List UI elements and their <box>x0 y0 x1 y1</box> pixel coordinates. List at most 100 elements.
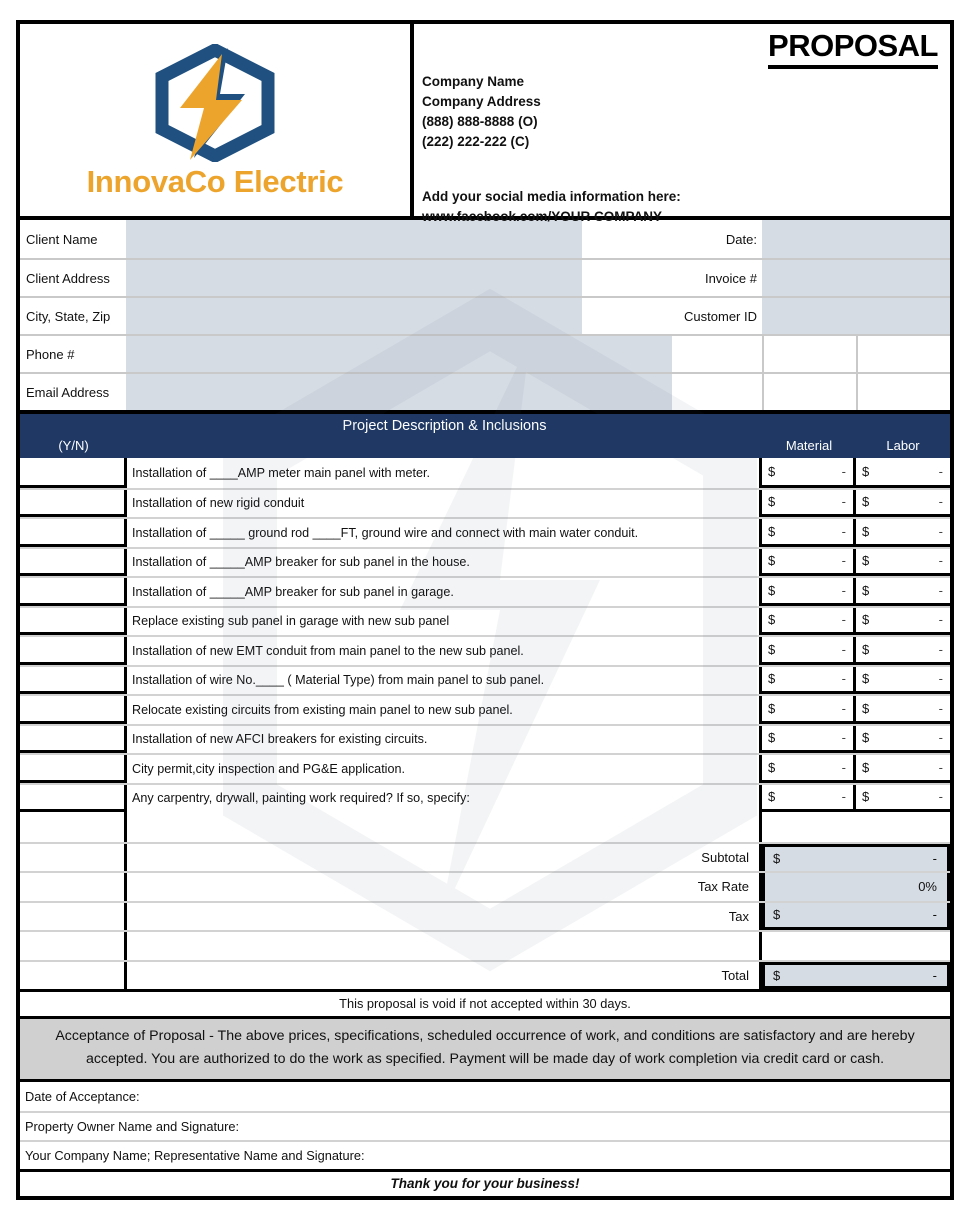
signature-row-company[interactable]: Your Company Name; Representative Name a… <box>20 1140 950 1169</box>
row-yn-checkbox-cell[interactable] <box>20 519 127 547</box>
row-labor-amount[interactable]: $ - <box>856 696 950 724</box>
date-input-ext[interactable] <box>856 220 950 258</box>
client-row-city: City, State, Zip Customer ID <box>20 296 950 334</box>
client-extra-cell-d[interactable] <box>856 374 950 410</box>
row-labor-amount[interactable]: $ - <box>856 755 950 783</box>
client-extra-cell-a[interactable] <box>762 336 856 372</box>
row-description: Installation of new EMT conduit from mai… <box>127 637 762 665</box>
row-material-amount[interactable]: $ - <box>762 458 856 488</box>
row-yn-checkbox-cell[interactable] <box>20 607 127 635</box>
invoice-number-input[interactable] <box>762 260 856 296</box>
currency-symbol: $ <box>768 494 776 510</box>
total-value-cell[interactable]: $ - <box>762 961 950 989</box>
currency-symbol: $ <box>862 671 870 687</box>
amount-value: - <box>841 759 846 775</box>
row-material-amount[interactable]: $ - <box>762 784 856 812</box>
signature-row-owner[interactable]: Property Owner Name and Signature: <box>20 1111 950 1140</box>
table-row: Installation of ____AMP meter main panel… <box>20 458 950 488</box>
total-label: Total <box>127 961 762 989</box>
social-url: www.facebook.com/YOUR COMPANY <box>422 209 663 224</box>
client-address-input[interactable] <box>126 260 582 296</box>
amount-value: - <box>932 907 937 923</box>
currency-symbol: $ <box>768 730 776 746</box>
row-material-amount[interactable]: $ - <box>762 519 856 547</box>
client-city-input[interactable] <box>126 298 582 334</box>
client-row-email: Email Address <box>20 372 950 410</box>
totals-yn-spacer <box>20 902 127 930</box>
acceptance-text: Acceptance of Proposal - The above price… <box>20 1019 950 1082</box>
row-yn-checkbox-cell[interactable] <box>20 548 127 576</box>
tax-label: Tax <box>127 902 762 930</box>
brand-wordmark: InnovaCo Electric <box>86 164 344 199</box>
totals-blank-row-2 <box>20 930 950 960</box>
company-phone-office: (888) 888-8888 (O) <box>422 114 538 129</box>
table-row: Installation of new AFCI breakers for ex… <box>20 723 950 753</box>
amount-value: - <box>841 612 846 628</box>
amount-value: - <box>938 641 943 657</box>
row-labor-amount[interactable]: $ - <box>856 637 950 665</box>
row-material-amount[interactable]: $ - <box>762 607 856 635</box>
row-material-amount[interactable]: $ - <box>762 696 856 724</box>
company-info-block: PROPOSAL Company Name Company Address (8… <box>414 24 950 224</box>
client-row-spacer <box>582 298 672 334</box>
row-description: Relocate existing circuits from existing… <box>127 696 762 724</box>
client-extra-cell-c[interactable] <box>762 374 856 410</box>
row-description: Installation of _____AMP breaker for sub… <box>127 578 762 606</box>
line-items-table: Installation of ____AMP meter main panel… <box>20 458 950 812</box>
amount-value: - <box>841 582 846 598</box>
row-yn-checkbox-cell[interactable] <box>20 725 127 753</box>
amount-value: - <box>938 700 943 716</box>
currency-symbol: $ <box>862 730 870 746</box>
row-yn-checkbox-cell[interactable] <box>20 755 127 783</box>
proposal-form: InnovaCo Electric PROPOSAL Company Name … <box>16 20 954 1200</box>
currency-symbol: $ <box>862 523 870 539</box>
row-yn-checkbox-cell[interactable] <box>20 696 127 724</box>
invoice-number-input-ext[interactable] <box>856 260 950 296</box>
row-material-amount[interactable]: $ - <box>762 548 856 576</box>
row-material-amount[interactable]: $ - <box>762 755 856 783</box>
row-material-amount[interactable]: $ - <box>762 725 856 753</box>
currency-symbol: $ <box>768 700 776 716</box>
row-yn-checkbox-cell[interactable] <box>20 637 127 665</box>
client-email-input[interactable] <box>126 374 672 410</box>
tax-rate-value-cell[interactable]: 0% <box>762 873 950 901</box>
amount-value: 0% <box>918 879 937 895</box>
row-labor-amount[interactable]: $ - <box>856 519 950 547</box>
row-labor-amount[interactable]: $ - <box>856 666 950 694</box>
client-extra-cell-b[interactable] <box>856 336 950 372</box>
date-input[interactable] <box>762 220 856 258</box>
row-labor-amount[interactable]: $ - <box>856 548 950 576</box>
client-address-label: Client Address <box>20 260 126 296</box>
client-row-address: Client Address Invoice # <box>20 258 950 296</box>
row-material-amount[interactable]: $ - <box>762 578 856 606</box>
customer-id-input-ext[interactable] <box>856 298 950 334</box>
currency-symbol: $ <box>768 463 776 479</box>
row-yn-checkbox-cell[interactable] <box>20 578 127 606</box>
row-yn-checkbox-cell[interactable] <box>20 784 127 812</box>
tax-rate-label: Tax Rate <box>127 873 762 901</box>
row-material-amount[interactable]: $ - <box>762 489 856 517</box>
row-yn-checkbox-cell[interactable] <box>20 458 127 488</box>
page-title: PROPOSAL <box>768 28 938 69</box>
row-yn-checkbox-cell[interactable] <box>20 666 127 694</box>
signature-row-date[interactable]: Date of Acceptance: <box>20 1082 950 1111</box>
row-labor-amount[interactable]: $ - <box>856 607 950 635</box>
amount-value: - <box>841 700 846 716</box>
currency-symbol: $ <box>862 641 870 657</box>
subtotal-value-cell[interactable]: $ - <box>762 843 950 871</box>
tax-value-cell[interactable]: $ - <box>762 902 950 930</box>
table-row: Installation of new EMT conduit from mai… <box>20 635 950 665</box>
client-phone-input[interactable] <box>126 336 672 372</box>
row-labor-amount[interactable]: $ - <box>856 458 950 488</box>
row-labor-amount[interactable]: $ - <box>856 578 950 606</box>
proposal-page: InnovaCo Electric PROPOSAL Company Name … <box>0 0 968 1226</box>
row-labor-amount[interactable]: $ - <box>856 784 950 812</box>
row-labor-amount[interactable]: $ - <box>856 725 950 753</box>
currency-symbol: $ <box>862 759 870 775</box>
row-yn-checkbox-cell[interactable] <box>20 489 127 517</box>
row-material-amount[interactable]: $ - <box>762 637 856 665</box>
currency-symbol: $ <box>768 612 776 628</box>
row-labor-amount[interactable]: $ - <box>856 489 950 517</box>
customer-id-input[interactable] <box>762 298 856 334</box>
row-material-amount[interactable]: $ - <box>762 666 856 694</box>
